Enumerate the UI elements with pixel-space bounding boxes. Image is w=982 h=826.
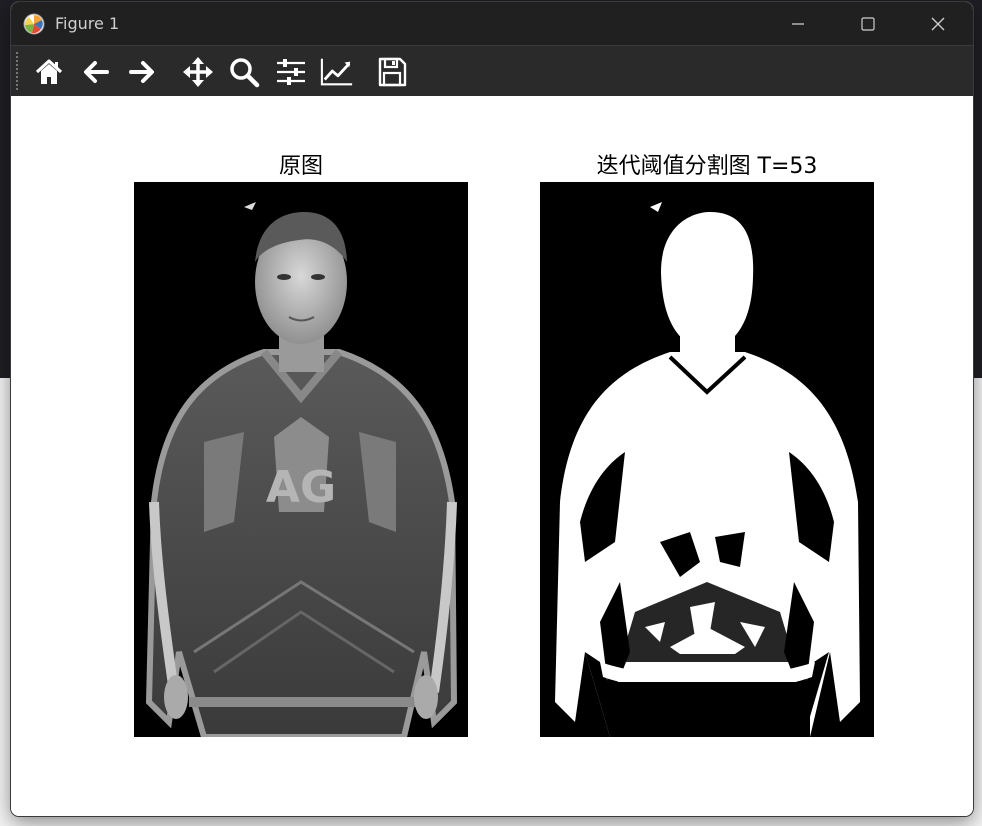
maximize-button[interactable]: [833, 2, 903, 45]
move-icon: [183, 57, 213, 87]
window-title: Figure 1: [55, 14, 120, 33]
forward-button[interactable]: [125, 55, 159, 89]
threshold-binary-image: [540, 182, 874, 737]
home-button[interactable]: [32, 55, 66, 89]
zoom-button[interactable]: [227, 55, 261, 89]
left-axes-title: 原图: [278, 154, 323, 179]
arrow-left-icon: [84, 61, 109, 83]
pan-button[interactable]: [181, 55, 215, 89]
figure-window: Figure 1 原图 迭代阈值分割图 T=53 AG: [11, 2, 973, 816]
close-icon: [931, 17, 945, 30]
svg-text:AG: AG: [266, 462, 336, 513]
toolbar-grip[interactable]: [16, 52, 18, 90]
minimize-button[interactable]: [763, 2, 833, 45]
arrow-right-icon: [129, 61, 154, 83]
floppy-disk-icon: [378, 57, 407, 87]
magnifier-icon: [230, 58, 260, 88]
title-bar[interactable]: Figure 1: [11, 2, 973, 45]
line-chart-icon: [320, 58, 353, 86]
home-icon: [35, 59, 63, 84]
matplotlib-logo-icon: [23, 13, 45, 34]
save-button[interactable]: [375, 55, 409, 89]
navigation-toolbar: [11, 45, 973, 96]
sliders-icon: [277, 59, 305, 85]
minimize-icon: [792, 22, 804, 25]
right-axes-title: 迭代阈值分割图 T=53: [596, 154, 818, 179]
original-grayscale-image: AG: [134, 182, 468, 737]
close-button[interactable]: [903, 2, 973, 45]
figure-canvas[interactable]: 原图 迭代阈值分割图 T=53 AG: [11, 96, 973, 816]
maximize-icon: [861, 16, 875, 31]
configure-subplots-button[interactable]: [274, 55, 308, 89]
back-button[interactable]: [79, 55, 113, 89]
edit-axes-button[interactable]: [320, 55, 354, 89]
